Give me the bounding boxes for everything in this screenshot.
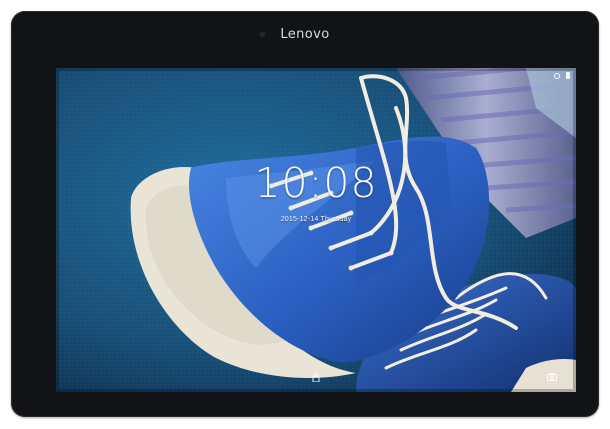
lock-icon[interactable] xyxy=(312,373,320,382)
lockscreen-date: 2015-12-14 Thursday xyxy=(280,216,352,223)
wallpaper-image xyxy=(56,68,576,392)
brand-logo: Lenovo xyxy=(280,27,330,42)
front-camera xyxy=(260,32,265,37)
battery-icon xyxy=(566,72,570,79)
camera-icon[interactable] xyxy=(547,373,557,381)
tablet-device: Lenovo 10:08 2015-12-14 Thursday xyxy=(11,11,599,417)
lockscreen-clock: 10:08 xyxy=(254,159,378,207)
status-bar xyxy=(554,72,570,79)
alarm-icon xyxy=(554,72,560,79)
lock-screen[interactable]: 10:08 2015-12-14 Thursday xyxy=(56,68,576,392)
